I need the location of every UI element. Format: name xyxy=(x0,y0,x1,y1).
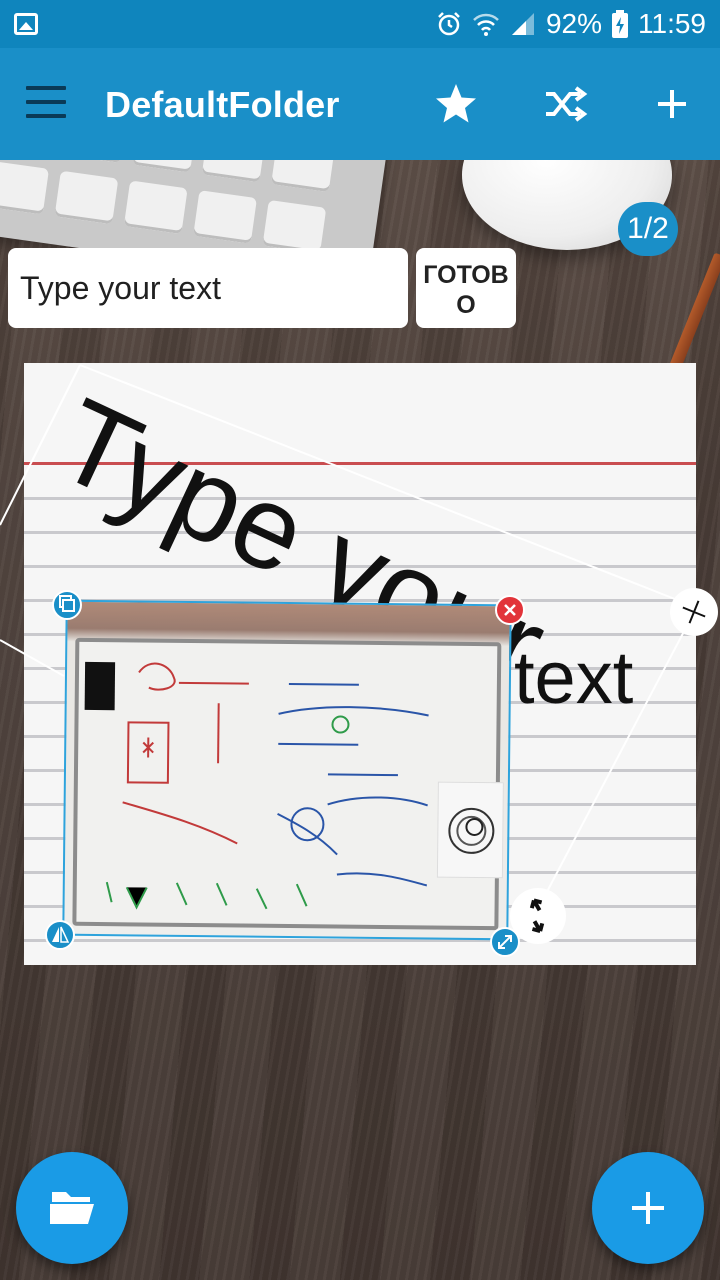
whiteboard-sticker-label xyxy=(84,661,116,711)
copy-icon xyxy=(59,595,75,612)
paper-line xyxy=(24,939,696,942)
battery-charging-icon xyxy=(612,10,628,38)
star-icon xyxy=(436,84,476,123)
done-button[interactable]: ГОТОВО xyxy=(416,248,516,328)
add-button[interactable] xyxy=(646,78,698,130)
scale-arrows-icon xyxy=(529,898,545,934)
battery-percent: 92% xyxy=(545,8,602,39)
trailing-text: text xyxy=(514,636,634,719)
add-item-button[interactable] xyxy=(592,1152,704,1264)
folder-title: DefaultFolder xyxy=(105,84,340,125)
shuffle-button[interactable] xyxy=(540,78,592,130)
flip-icon xyxy=(52,926,70,943)
whiteboard-photo-sticker[interactable] xyxy=(62,599,512,941)
signal-icon xyxy=(511,13,534,35)
done-button-label: ГОТОВО xyxy=(423,261,509,319)
menu-icon[interactable] xyxy=(26,86,70,122)
text-rotate-handle[interactable] xyxy=(670,588,718,636)
favorite-button[interactable] xyxy=(430,78,482,130)
plus-icon xyxy=(632,1192,664,1224)
app-bar: DefaultFolder xyxy=(0,48,720,160)
alarm-icon xyxy=(438,12,460,36)
flip-handle[interactable] xyxy=(45,920,75,950)
plus-icon xyxy=(658,90,686,118)
status-bar: 92% 11:59 xyxy=(0,0,720,48)
pencil-photo xyxy=(666,252,720,378)
open-folder-button[interactable] xyxy=(16,1152,128,1264)
clock: 11:59 xyxy=(638,8,706,39)
delete-handle[interactable] xyxy=(495,595,525,625)
whiteboard-pinned-paper xyxy=(436,781,504,879)
page-counter-badge: 1/2 xyxy=(618,202,678,256)
rotate-cross-icon xyxy=(682,600,706,624)
text-scale-handle[interactable] xyxy=(510,888,566,944)
duplicate-handle[interactable] xyxy=(52,590,82,620)
text-input[interactable] xyxy=(8,248,408,328)
folder-icon xyxy=(50,1192,94,1224)
close-icon xyxy=(504,604,516,616)
gallery-notification-icon xyxy=(14,13,38,35)
shuffle-icon xyxy=(546,86,588,122)
wifi-icon xyxy=(473,13,499,36)
